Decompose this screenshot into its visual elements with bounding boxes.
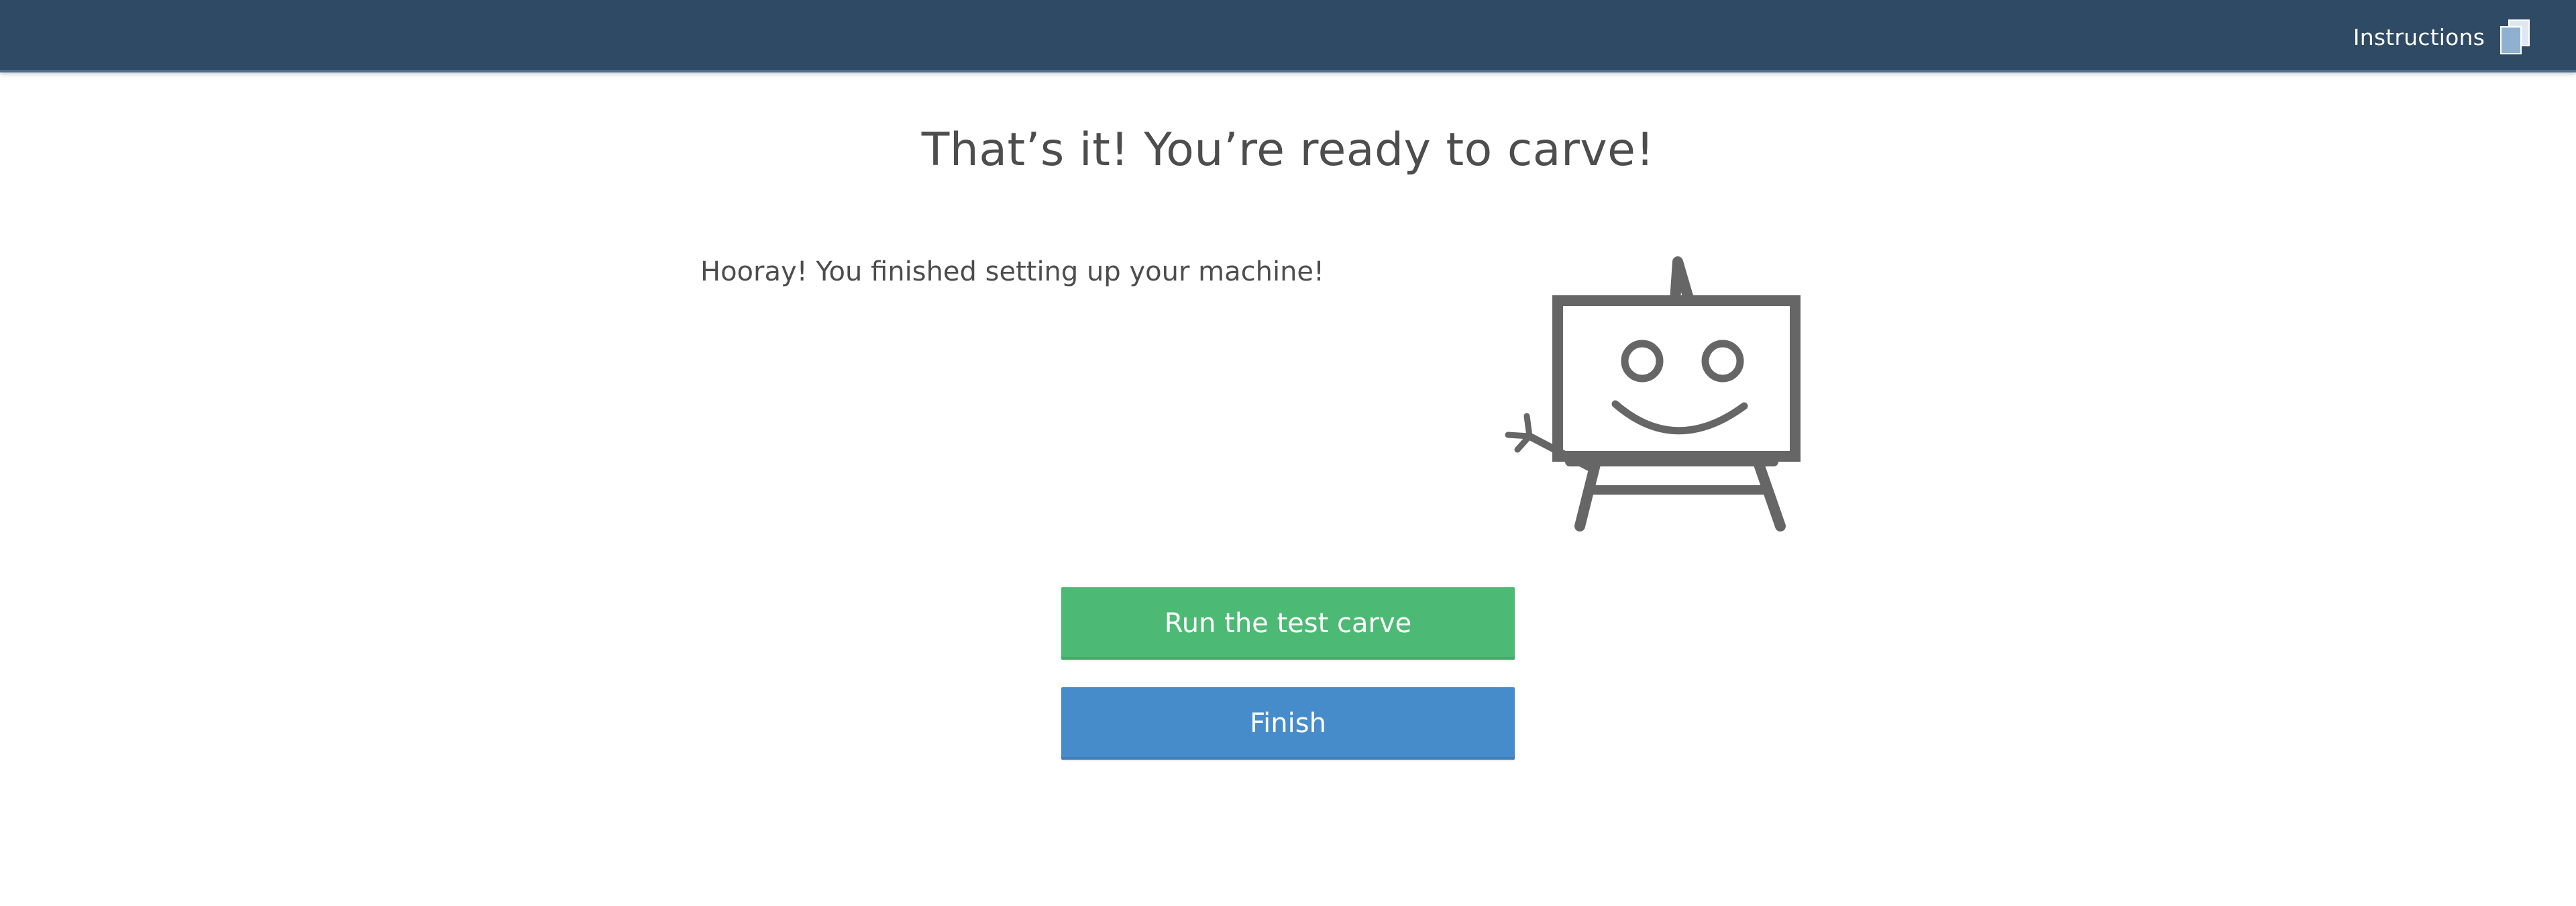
page-title: That’s it! You’re ready to carve! xyxy=(921,123,1655,177)
instructions-label: Instructions xyxy=(2353,23,2485,50)
run-test-carve-button[interactable]: Run the test carve xyxy=(1061,587,1515,660)
top-bar: Instructions xyxy=(0,0,2576,72)
documents-icon xyxy=(2500,19,2530,54)
completion-message: Hooray! You finished setting up your mac… xyxy=(700,256,1325,287)
finish-button[interactable]: Finish xyxy=(1061,687,1515,760)
instructions-button[interactable]: Instructions xyxy=(2353,19,2532,54)
waving-easel-robot-icon xyxy=(1505,256,1801,532)
